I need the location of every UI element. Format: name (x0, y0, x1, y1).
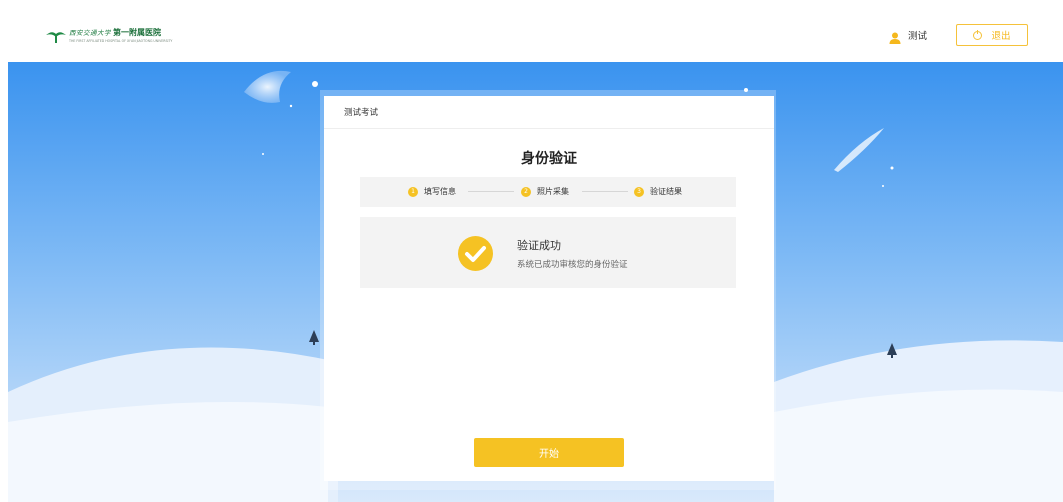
check-circle-icon (458, 236, 493, 271)
logo-emblem-icon (46, 28, 66, 43)
page-title: 身份验证 (521, 151, 577, 167)
step-label: 照片采集 (537, 187, 569, 196)
step-number: 1 (408, 186, 418, 197)
result-title: 验证成功 (517, 239, 561, 252)
step-label: 验证结果 (650, 187, 682, 196)
start-label: 开始 (539, 449, 559, 460)
step-photo-capture: 2 照片采集 (521, 186, 569, 197)
logo-calligraphy: 西安交通大学 (69, 29, 111, 37)
start-button[interactable]: 开始 (474, 438, 624, 467)
top-header: 西安交通大学 第一附属医院 THE FIRST AFFILIATED HOSPI… (0, 0, 1063, 62)
logout-label: 退出 (991, 31, 1011, 42)
exam-name: 测试考试 (344, 108, 379, 118)
user-info[interactable]: 测试 (889, 28, 928, 44)
power-icon (973, 29, 983, 40)
step-number: 3 (634, 186, 644, 197)
step-number: 2 (521, 186, 531, 197)
logo-hospital-name: 第一附属医院 (113, 28, 161, 37)
step-connector (468, 191, 514, 192)
result-description: 系统已成功审核您的身份验证 (517, 260, 628, 270)
step-indicator: 1 填写信息 2 照片采集 3 验证结果 (360, 177, 736, 207)
card-header: 测试考试 (324, 96, 774, 129)
user-icon (889, 29, 901, 44)
step-connector (582, 191, 628, 192)
exam-card: 测试考试 身份验证 1 填写信息 2 照片采集 3 验证结果 验证成功 系统已成… (324, 96, 774, 423)
hospital-logo[interactable]: 西安交通大学 第一附属医院 THE FIRST AFFILIATED HOSPI… (46, 27, 172, 43)
step-fill-info: 1 填写信息 (408, 186, 456, 197)
step-verify-result: 3 验证结果 (634, 186, 682, 197)
logout-button[interactable]: 退出 (956, 24, 1028, 46)
verification-result: 验证成功 系统已成功审核您的身份验证 (360, 217, 736, 288)
step-label: 填写信息 (424, 187, 456, 196)
logo-english-name: THE FIRST AFFILIATED HOSPITAL OF XI'AN J… (69, 39, 173, 43)
user-name: 测试 (908, 31, 928, 42)
